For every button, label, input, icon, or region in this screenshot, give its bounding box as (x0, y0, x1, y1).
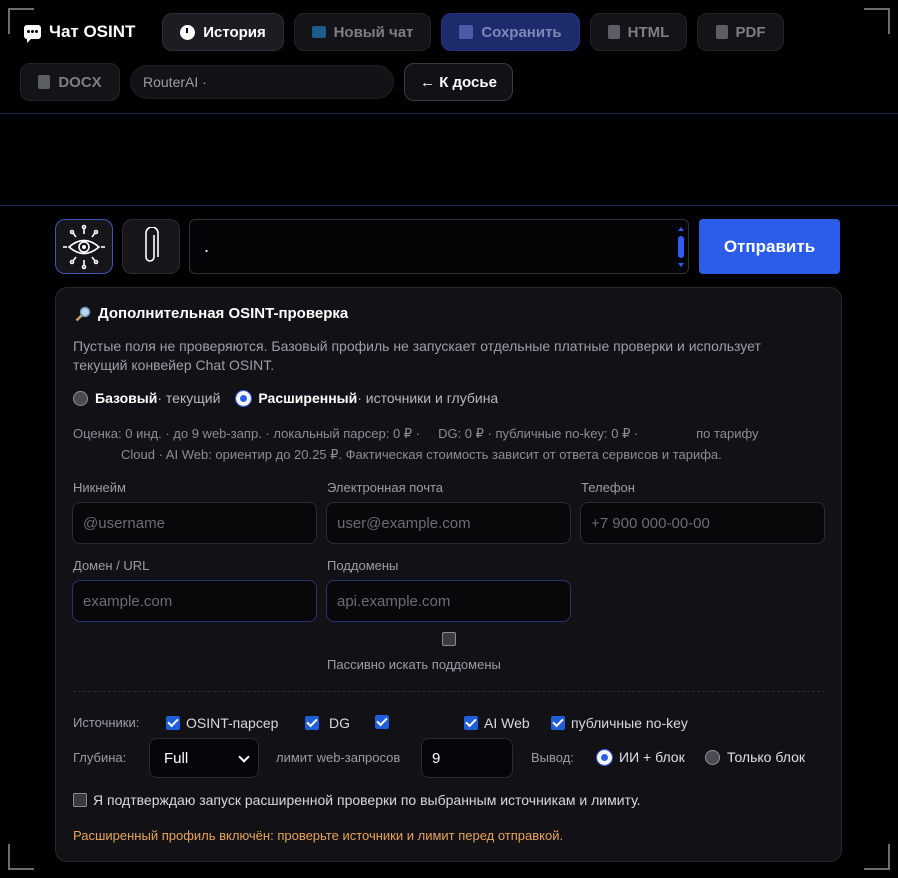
extended-osint-panel: Дополнительная OSINT-проверка Пустые пол… (55, 287, 842, 862)
phone-label: Телефон (581, 480, 635, 495)
depth-row: Глубина: Full лимит web-запросов 9 Вывод… (73, 738, 825, 778)
corner-bottom-right (864, 844, 890, 870)
output-ai-radio[interactable] (596, 748, 613, 766)
checkbox-ai-web[interactable] (464, 716, 478, 730)
source-dg[interactable]: DG (305, 715, 350, 731)
document-icon (607, 25, 620, 39)
warning-message: Расширенный профиль включён: проверьте и… (73, 828, 564, 843)
app-title: Чат OSINT (24, 22, 162, 43)
source-unlabeled[interactable] (375, 715, 395, 729)
message-input[interactable]: . (189, 219, 689, 274)
output-block-option[interactable]: Только блок (705, 749, 805, 765)
paperclip-icon (145, 226, 159, 262)
export-docx-button[interactable]: DOCX (20, 63, 120, 101)
new-chat-button[interactable]: Новый чат (294, 13, 431, 51)
confirm-row[interactable]: Я подтверждаю запуск расширенной проверк… (73, 792, 641, 808)
output-label: Вывод: (531, 750, 574, 765)
profile-mode-group: Базовый · текущий Расширенный · источник… (73, 389, 498, 407)
magnifier-icon (75, 306, 91, 321)
email-label: Электронная почта (327, 480, 444, 495)
panel-title: Дополнительная OSINT-проверка (75, 305, 348, 322)
document-icon (38, 75, 51, 89)
back-to-dossier-button[interactable]: ← К досье (404, 63, 513, 101)
composer: . Отправить (55, 219, 842, 274)
depth-select[interactable]: Full (149, 738, 259, 778)
export-pdf-button[interactable]: PDF (697, 13, 784, 51)
source-public-nokey[interactable]: публичные no-key (551, 715, 688, 731)
checkbox-osint-parser[interactable] (166, 716, 180, 730)
eye-icon (63, 224, 105, 269)
mode-basic-radio[interactable] (73, 390, 88, 406)
nickname-input[interactable]: @username (72, 502, 317, 544)
passive-subdomains-label: Пассивно искать поддомены (327, 657, 501, 672)
domain-label: Домен / URL (73, 558, 150, 573)
nickname-label: Никнейм (73, 480, 126, 495)
subdomains-label: Поддомены (327, 558, 399, 573)
export-html-button[interactable]: HTML (590, 13, 687, 51)
floppy-disk-icon (459, 25, 474, 39)
history-button[interactable]: История (162, 13, 284, 51)
subdomains-input[interactable]: api.example.com (326, 580, 571, 622)
sources-label: Источники: (73, 715, 140, 730)
mode-extended-radio[interactable] (235, 389, 253, 407)
checkbox-public-nokey[interactable] (551, 716, 565, 730)
save-button[interactable]: Сохранить (441, 13, 580, 51)
section-divider (73, 691, 825, 692)
clock-icon (180, 24, 196, 40)
output-ai-option[interactable]: ИИ + блок (596, 748, 685, 766)
divider-top (0, 113, 898, 114)
web-limit-label: лимит web-запросов (276, 750, 401, 765)
divider-bottom (0, 205, 898, 206)
email-input[interactable]: user@example.com (326, 502, 571, 544)
confirm-checkbox[interactable] (73, 793, 87, 807)
sources-row: Источники: OSINT-парсер DG AI Web публич… (73, 715, 825, 735)
checkbox-unlabeled-source[interactable] (375, 715, 389, 729)
chat-icon (24, 25, 41, 43)
new-chat-icon (311, 26, 326, 38)
attach-button[interactable] (122, 219, 180, 274)
message-scrollbar[interactable] (678, 226, 684, 268)
passive-subdomains-checkbox[interactable] (442, 632, 456, 646)
osint-eye-button[interactable] (55, 219, 113, 274)
source-osint-parser[interactable]: OSINT-парсер (166, 715, 278, 731)
output-block-radio[interactable] (705, 749, 720, 765)
web-limit-input[interactable]: 9 (421, 738, 513, 778)
phone-input[interactable]: +7 900 000-00-00 (580, 502, 825, 544)
source-ai-web[interactable]: AI Web (464, 715, 530, 731)
top-toolbar: Чат OSINT История Новый чат Сохранить HT… (20, 13, 880, 101)
corner-bottom-left (8, 844, 34, 870)
document-icon (715, 25, 728, 39)
cost-estimate: Оценка: 0 инд. · до 9 web-запр. · локаль… (73, 426, 759, 462)
depth-label: Глубина: (73, 750, 127, 765)
scrollbar-thumb[interactable] (678, 236, 684, 258)
panel-description: Пустые поля не проверяются. Базовый проф… (73, 338, 761, 373)
send-button[interactable]: Отправить (699, 219, 840, 274)
chevron-down-icon (238, 751, 250, 763)
domain-input[interactable]: example.com (72, 580, 317, 622)
checkbox-dg[interactable] (305, 716, 319, 730)
model-selector[interactable]: RouterAI · (130, 65, 394, 99)
